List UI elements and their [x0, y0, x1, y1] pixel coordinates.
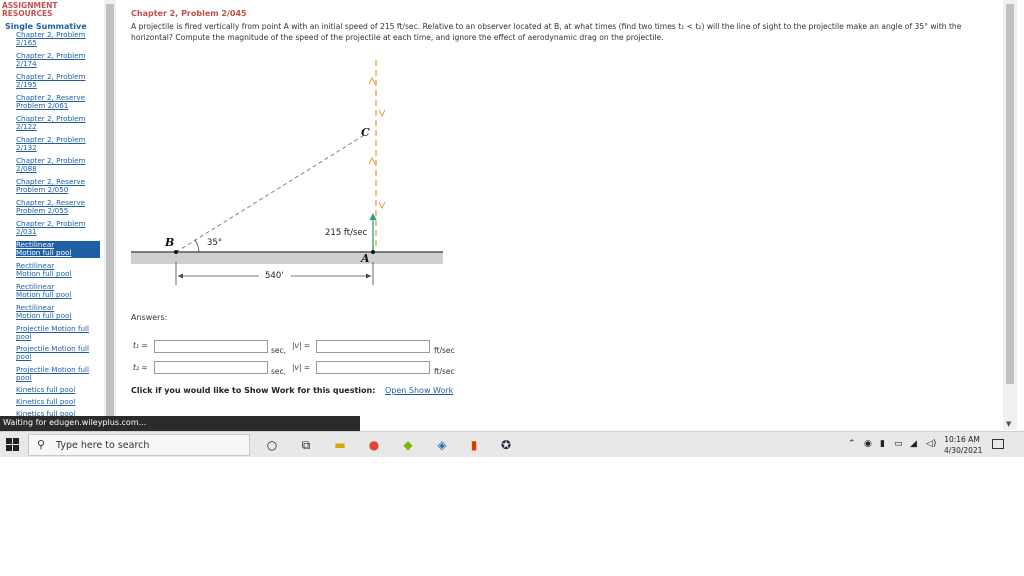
point-b-marker: [174, 250, 178, 254]
sidebar-item-line2: pool: [16, 332, 32, 342]
steam-icon[interactable]: ✪: [497, 436, 515, 454]
sidebar-item-line2: 2/165: [16, 38, 37, 48]
t1-input[interactable]: [154, 340, 268, 353]
task-view-icon[interactable]: ⧉: [297, 436, 315, 454]
t1-unit: sec,: [271, 346, 287, 355]
sidebar-item[interactable]: Chapter 2, Problem 2/195: [16, 72, 100, 90]
speed-label: 215 ft/sec: [325, 228, 368, 238]
show-hidden-icons-icon[interactable]: ⌃: [848, 439, 856, 449]
sidebar-item[interactable]: Chapter 2, Problem 2/174: [16, 51, 100, 69]
tray-app-icon[interactable]: ◉: [864, 439, 872, 449]
sidebar-item-line2: Problem 2/061: [16, 101, 69, 111]
angle-arc: [194, 239, 200, 253]
sidebar-item-line2: Problem 2/055: [16, 206, 69, 216]
sidebar-item-line2: Motion full pool: [16, 311, 72, 321]
sidebar-item[interactable]: Rectilinear Motion full pool: [16, 240, 100, 258]
problem-title: Chapter 2, Problem 2/045: [131, 9, 247, 18]
sidebar-item-line1: Kinetics full pool: [16, 385, 76, 394]
sidebar-item-line2: 2/031: [16, 227, 37, 237]
sidebar-item[interactable]: Rectilinear Motion full pool: [16, 261, 100, 279]
windows-taskbar: ⚲ Type here to search ○ ⧉ ▬ ● ◆ ◈ ▮ ✪ ⌃ …: [0, 431, 1024, 457]
sidebar-item[interactable]: Chapter 2, Reserve Problem 2/050: [16, 177, 100, 195]
browser-status-bar: Waiting for edugen.wileyplus.com...: [0, 416, 360, 431]
sidebar-item[interactable]: Chapter 2, Problem 2/088: [16, 156, 100, 174]
office-icon[interactable]: ▮: [465, 436, 483, 454]
battery-icon[interactable]: ▭: [894, 439, 903, 449]
nvidia-icon[interactable]: ◆: [399, 436, 417, 454]
scroll-down-arrow-icon[interactable]: ▼: [1006, 420, 1011, 428]
resources-heading-line2: RESOURCES: [2, 9, 53, 18]
sidebar-item-line2: 2/088: [16, 164, 37, 174]
sidebar-item[interactable]: Projectile Motion full pool: [16, 344, 100, 362]
sidebar-item[interactable]: Chapter 2, Problem 2/165: [16, 30, 100, 48]
v2-input[interactable]: [316, 361, 430, 374]
taskbar-search-box[interactable]: ⚲ Type here to search: [28, 434, 250, 456]
sidebar-item[interactable]: Chapter 2, Reserve Problem 2/055: [16, 198, 100, 216]
v2-unit: ft/sec: [434, 367, 455, 376]
sidebar-item-line2: pool: [16, 352, 32, 362]
clock-date: 4/30/2021: [944, 446, 983, 455]
v1-label: |v| =: [292, 341, 311, 350]
answers-label: Answers:: [131, 313, 168, 322]
label-c: C: [361, 126, 370, 139]
sidebar-item-line2: 2/132: [16, 143, 37, 153]
angle-label: 35°: [207, 238, 223, 248]
sidebar-scrollbar[interactable]: [104, 0, 116, 430]
sidebar-item[interactable]: Projectile Motion full pool: [16, 324, 100, 342]
open-show-work-link[interactable]: Open Show Work: [385, 386, 453, 395]
problem-figure: B A C 35° 215 ft/sec 540': [131, 52, 451, 292]
label-a: A: [361, 252, 370, 265]
wireshark-icon[interactable]: ◈: [433, 436, 451, 454]
sidebar-item[interactable]: Chapter 2, Problem 2/132: [16, 135, 100, 153]
sidebar-item-line2: Motion full pool: [16, 248, 72, 258]
main-scrollbar[interactable]: ▼: [1003, 0, 1017, 430]
v2-label: |v| =: [292, 363, 311, 372]
sidebar-item-line2: Motion full pool: [16, 269, 72, 279]
show-work-prompt: Click if you would like to Show Work for…: [131, 386, 376, 395]
sidebar-item-line2: 2/174: [16, 59, 37, 69]
assignment-resources-sidebar: ASSIGNMENT RESOURCES Single Summative Ch…: [0, 0, 104, 430]
sidebar-item[interactable]: Chapter 2, Problem 2/122: [16, 114, 100, 132]
search-placeholder: Type here to search: [56, 440, 150, 451]
sidebar-item[interactable]: Kinetics full pool: [16, 385, 100, 394]
label-b: B: [165, 236, 175, 249]
projectile-diagram: [131, 60, 443, 285]
t2-input[interactable]: [154, 361, 268, 374]
sidebar-item-line1: Kinetics full pool: [16, 397, 76, 406]
sidebar-item-line2: 2/195: [16, 80, 37, 90]
main-scroll-thumb[interactable]: [1006, 4, 1014, 384]
problem-statement: A projectile is fired vertically from po…: [131, 22, 962, 42]
sidebar-item[interactable]: Projectile Motion full pool: [16, 365, 100, 383]
sidebar-item-line2: Problem 2/050: [16, 185, 69, 195]
sidebar-item[interactable]: Kinetics full pool: [16, 397, 100, 406]
t2-label: t₂ =: [133, 363, 148, 372]
ground: [131, 252, 443, 264]
sidebar-item-line2: pool: [16, 373, 32, 383]
t2-unit: sec,: [271, 367, 287, 376]
notification-center-icon[interactable]: [992, 439, 1004, 449]
file-explorer-icon[interactable]: ▬: [331, 436, 349, 454]
volume-icon[interactable]: ◁): [926, 439, 936, 449]
v1-input[interactable]: [316, 340, 430, 353]
windows-start-icon[interactable]: [6, 438, 20, 452]
sidebar-item[interactable]: Rectilinear Motion full pool: [16, 303, 100, 321]
clock-time: 10:16 AM: [944, 435, 980, 444]
sidebar-item[interactable]: Rectilinear Motion full pool: [16, 282, 100, 300]
sidebar-item-line2: 2/122: [16, 122, 37, 132]
cortana-icon[interactable]: ○: [263, 436, 281, 454]
sidebar-item[interactable]: Chapter 2, Problem 2/031: [16, 219, 100, 237]
usb-icon[interactable]: ▮: [880, 439, 885, 449]
search-icon: ⚲: [37, 438, 46, 451]
chrome-icon[interactable]: ●: [365, 436, 383, 454]
v1-unit: ft/sec: [434, 346, 455, 355]
distance-label: 540': [265, 271, 284, 281]
sidebar-item-line2: Motion full pool: [16, 290, 72, 300]
point-a-marker: [371, 250, 375, 254]
sidebar-item[interactable]: Chapter 2, Reserve Problem 2/061: [16, 93, 100, 111]
wifi-icon[interactable]: ◢: [910, 439, 917, 449]
sidebar-scroll-thumb[interactable]: [106, 4, 114, 422]
system-clock[interactable]: 10:16 AM 4/30/2021: [944, 434, 983, 456]
t1-label: t₁ =: [133, 341, 148, 350]
